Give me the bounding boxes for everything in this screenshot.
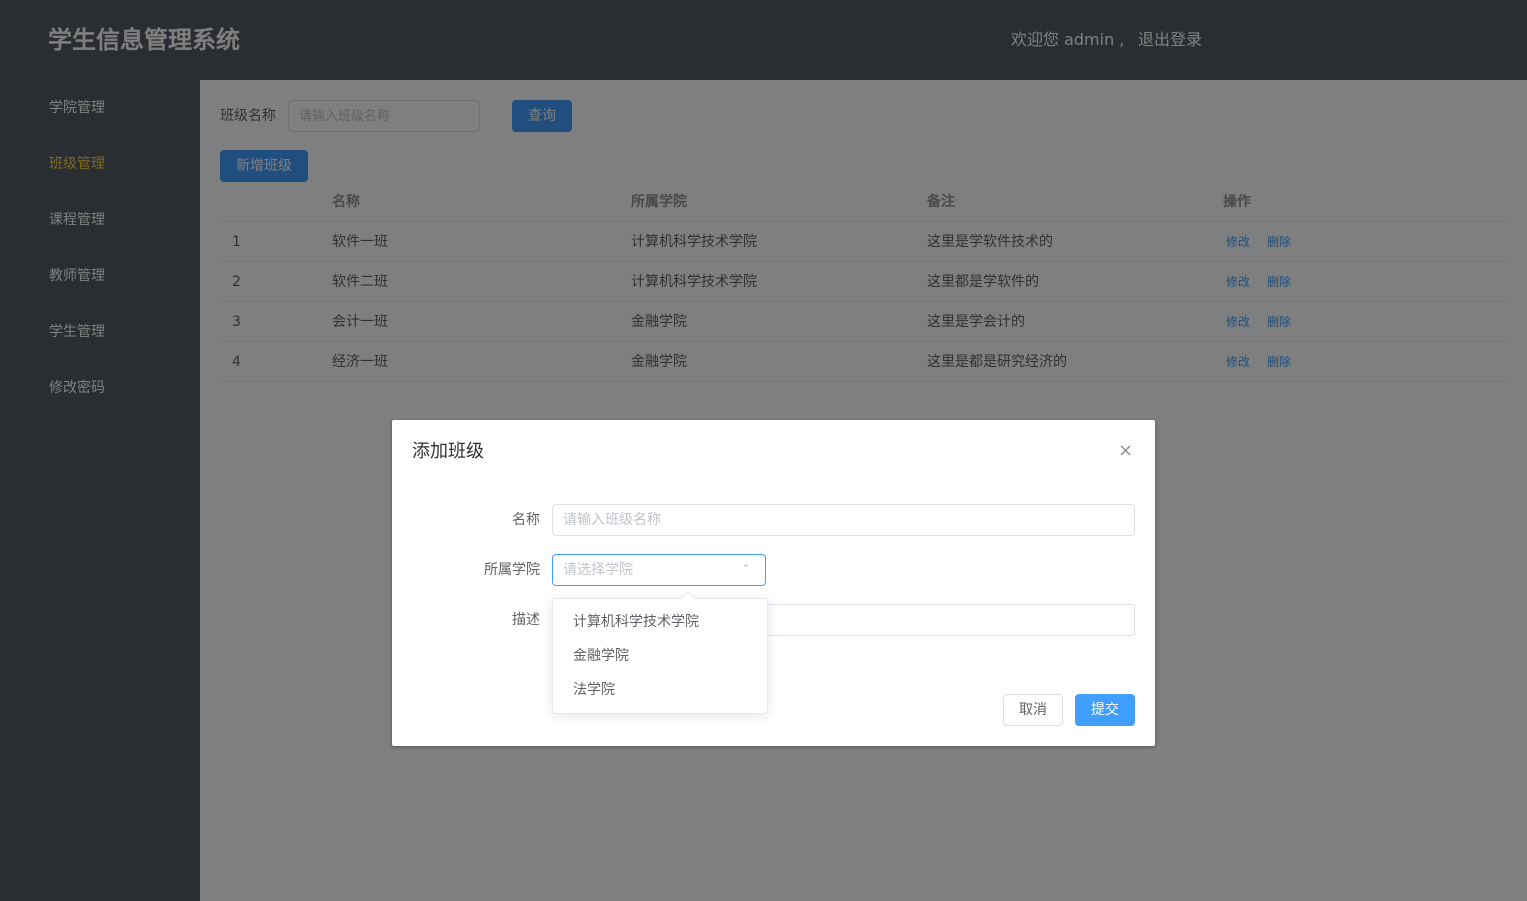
college-option[interactable]: 法学院	[553, 673, 767, 707]
name-label: 名称	[512, 512, 540, 528]
submit-button[interactable]: 提交	[1075, 694, 1135, 726]
chevron-up-icon[interactable]: ⌃	[741, 561, 751, 577]
college-label: 所属学院	[484, 562, 540, 578]
college-option[interactable]: 计算机科学技术学院	[553, 605, 767, 639]
college-option[interactable]: 金融学院	[553, 639, 767, 673]
class-name-field[interactable]	[552, 504, 1135, 536]
description-label: 描述	[512, 612, 540, 628]
close-icon[interactable]: ×	[1118, 440, 1133, 462]
cancel-button[interactable]: 取消	[1003, 694, 1063, 726]
dialog-title: 添加班级	[412, 441, 484, 462]
college-dropdown: 计算机科学技术学院 金融学院 法学院	[552, 590, 768, 714]
college-select[interactable]	[552, 554, 766, 586]
add-class-dialog: 添加班级 × 名称 所属学院 ⌃ 描述 取消 提交	[392, 420, 1155, 746]
